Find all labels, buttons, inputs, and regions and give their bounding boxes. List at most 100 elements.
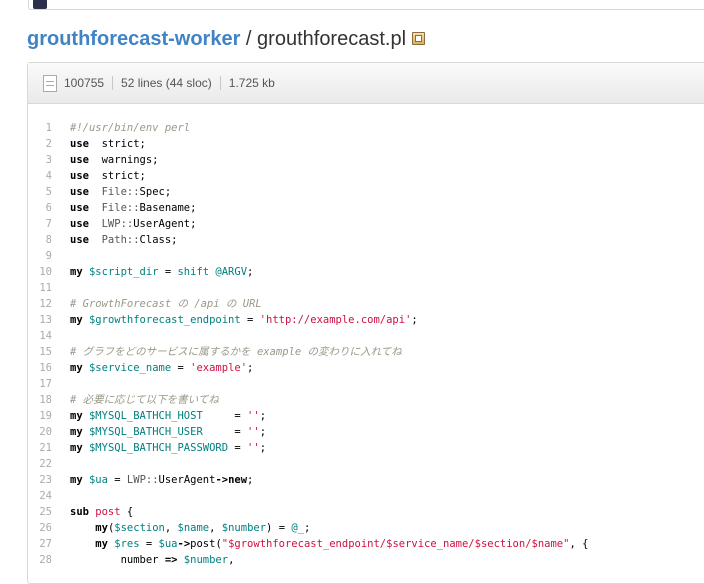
code-token: = [171, 362, 191, 374]
line-number[interactable]: 17 [28, 376, 70, 392]
code-token: , [228, 554, 235, 566]
code-text: use Path::Class; [70, 232, 177, 248]
file-info-bar: 100755 52 lines (44 sloc) 1.725 kb [28, 63, 704, 104]
code-text: use warnings; [70, 152, 159, 168]
code-text: #!/usr/bin/env perl [70, 120, 190, 136]
line-number[interactable]: 4 [28, 168, 70, 184]
code-token: post( [190, 538, 222, 550]
code-token: $service_name [82, 362, 172, 374]
code-token: ; [247, 474, 254, 486]
code-token: $number [177, 554, 229, 566]
code-text: use File::Spec; [70, 184, 171, 200]
code-text: sub post { [70, 504, 133, 520]
line-number[interactable]: 27 [28, 536, 70, 552]
code-token: @_ [291, 522, 304, 534]
code-text: number => $number, [70, 552, 235, 568]
line-number[interactable]: 14 [28, 328, 70, 344]
code-line: 4 use strict; [28, 168, 704, 184]
code-line: 21 my $MYSQL_BATHCH_PASSWORD = ''; [28, 440, 704, 456]
code-token: sub [70, 506, 89, 518]
line-number[interactable]: 25 [28, 504, 70, 520]
code-token: ->new [215, 474, 248, 486]
line-number[interactable]: 3 [28, 152, 70, 168]
file-box: 100755 52 lines (44 sloc) 1.725 kb 1 #!/u… [27, 62, 704, 584]
code-line: 16 my $service_name = 'example'; [28, 360, 704, 376]
code-line: 9 [28, 248, 704, 264]
line-number[interactable]: 18 [28, 392, 70, 408]
line-number[interactable]: 13 [28, 312, 70, 328]
clipboard-icon[interactable] [412, 32, 426, 46]
code-token: $MYSQL_BATHCH_HOST [82, 410, 203, 422]
file-lines: 52 lines (44 sloc) [121, 76, 212, 90]
code-line: 20 my $MYSQL_BATHCH_USER = ''; [28, 424, 704, 440]
line-number[interactable]: 26 [28, 520, 70, 536]
line-number[interactable]: 8 [28, 232, 70, 248]
code-token: # GrowthForecast の /api の URL [70, 298, 262, 310]
line-number[interactable]: 28 [28, 552, 70, 568]
code-token: number [70, 554, 165, 566]
line-number[interactable]: 12 [28, 296, 70, 312]
code-token: = [202, 426, 248, 438]
code-token: warnings; [88, 154, 159, 166]
line-number[interactable]: 20 [28, 424, 70, 440]
code-line: 19 my $MYSQL_BATHCH_HOST = ''; [28, 408, 704, 424]
line-number[interactable]: 9 [28, 248, 70, 264]
breadcrumb: grouthforecast-worker / grouthforecast.p… [27, 28, 426, 50]
code-token: ; [259, 426, 267, 438]
line-number[interactable]: 23 [28, 472, 70, 488]
code-token: $MYSQL_BATHCH_USER [82, 426, 203, 438]
code-text: # 必要に応じて以下を書いてね [70, 392, 219, 408]
code-text: my $res = $ua->post("$growthforecast_end… [70, 536, 588, 552]
code-token: my [95, 522, 108, 534]
code-text: use LWP::UserAgent; [70, 216, 196, 232]
breadcrumb-separator: / [240, 28, 258, 50]
line-number[interactable]: 16 [28, 360, 70, 376]
code-token: my [70, 266, 83, 278]
code-text: my $service_name = 'example'; [70, 360, 253, 376]
code-line: 15 # グラフをどのサービスに属するかを example の変わりに入れてね [28, 344, 704, 360]
line-number[interactable]: 11 [28, 280, 70, 296]
code-line: 1 #!/usr/bin/env perl [28, 120, 704, 136]
line-number[interactable]: 7 [28, 216, 70, 232]
line-number[interactable]: 6 [28, 200, 70, 216]
line-number[interactable]: 24 [28, 488, 70, 504]
code-token: $MYSQL_BATHCH_PASSWORD [82, 442, 229, 454]
code-text: my($section, $name, $number) = @_; [70, 520, 310, 536]
code-token: "$growthforecast_endpoint/$service_name/… [221, 538, 570, 550]
code-line: 22 [28, 456, 704, 472]
code-token: $ua [82, 474, 108, 486]
code-token: , [164, 522, 178, 534]
code-token: Path:: [88, 234, 140, 246]
code-text: my $MYSQL_BATHCH_HOST = ''; [70, 408, 266, 424]
code-token: Basename; [139, 202, 197, 214]
code-token: use [70, 202, 89, 214]
line-number[interactable]: 5 [28, 184, 70, 200]
code-text: my $ua = LWP::UserAgent->new; [70, 472, 253, 488]
code-token: '' [247, 442, 260, 454]
code-line: 25 sub post { [28, 504, 704, 520]
line-number[interactable]: 15 [28, 344, 70, 360]
code-line: 27 my $res = $ua->post("$growthforecast_… [28, 536, 704, 552]
line-number[interactable]: 10 [28, 264, 70, 280]
line-number[interactable]: 22 [28, 456, 70, 472]
repo-link[interactable]: grouthforecast-worker [27, 28, 240, 50]
line-number[interactable]: 1 [28, 120, 70, 136]
code-token: LWP:: [88, 218, 134, 230]
line-number[interactable]: 2 [28, 136, 70, 152]
code-token: use [70, 186, 89, 198]
code-token: my [70, 410, 83, 422]
code-token: = [228, 442, 248, 454]
code-token: Class; [139, 234, 178, 246]
divider [219, 76, 221, 90]
code-token: $number [221, 522, 267, 534]
code-text: my $growthforecast_endpoint = 'http://ex… [70, 312, 418, 328]
code-token: shift @ARGV [177, 266, 248, 278]
file-mode: 100755 [64, 76, 105, 90]
code-text: # GrowthForecast の /api の URL [70, 296, 262, 312]
code-token: = [107, 474, 127, 486]
line-number[interactable]: 19 [28, 408, 70, 424]
line-number[interactable]: 21 [28, 440, 70, 456]
code-token: # 必要に応じて以下を書いてね [70, 394, 219, 406]
